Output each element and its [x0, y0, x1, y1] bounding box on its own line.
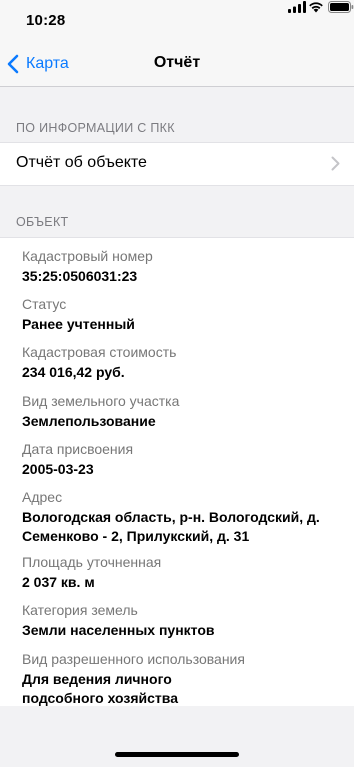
- field-label: Статус: [22, 296, 67, 312]
- field-address: Адрес Вологодская область, р-н. Вологодс…: [22, 489, 342, 546]
- field-label: Кадастровый номер: [22, 248, 153, 264]
- field-value-line: Семенково - 2, Прилукский, д. 31: [22, 528, 250, 544]
- field-value-line: Для ведения личного: [22, 671, 172, 687]
- field-label: Вид разрешенного использования: [22, 651, 245, 667]
- field-status: Статус Ранее учтенный: [22, 296, 342, 334]
- field-cadastral-value: Кадастровая стоимость 234 016,42 руб.: [22, 344, 342, 382]
- field-value: 234 016,42 руб.: [22, 364, 125, 380]
- field-label: Категория земель: [22, 602, 138, 618]
- navigation-bar: Карта Отчёт: [0, 42, 354, 87]
- field-land-category: Категория земель Земли населенных пункто…: [22, 602, 342, 640]
- field-assignment-date: Дата присвоения 2005-03-23: [22, 441, 342, 479]
- field-land-type: Вид земельного участка Землепользование: [22, 393, 342, 431]
- field-area: Площадь уточненная 2 037 кв. м: [22, 554, 342, 592]
- field-permitted-use: Вид разрешенного использования Для веден…: [22, 651, 342, 708]
- battery-icon: [328, 1, 354, 13]
- field-label: Площадь уточненная: [22, 554, 162, 570]
- report-row[interactable]: Отчёт об объекте: [0, 142, 354, 186]
- field-value: Ранее учтенный: [22, 316, 135, 332]
- status-time: 10:28: [26, 12, 66, 29]
- field-value-line: Вологодская область, р-н. Вологодский, д…: [22, 509, 320, 525]
- field-label: Адрес: [22, 489, 63, 505]
- wifi-icon: [309, 2, 323, 13]
- field-value-line: подсобного хозяйства: [22, 690, 178, 706]
- page-title: Отчёт: [153, 54, 201, 71]
- status-bar: 10:28: [0, 0, 354, 42]
- field-value: 2005-03-23: [22, 461, 94, 477]
- field-cadastral-number: Кадастровый номер 35:25:0506031:23: [22, 248, 342, 286]
- section-header-pkk: ПО ИНФОРМАЦИИ С ПКК: [16, 121, 175, 135]
- field-value: Землепользование: [22, 413, 156, 429]
- field-value: 35:25:0506031:23: [22, 268, 138, 284]
- object-details-card: Кадастровый номер 35:25:0506031:23 Стату…: [0, 237, 354, 706]
- signal-icon: [288, 1, 306, 13]
- field-value: Земли населенных пунктов: [22, 622, 215, 638]
- field-value: 2 037 кв. м: [22, 574, 95, 590]
- field-label: Кадастровая стоимость: [22, 344, 177, 360]
- section-header-object: ОБЪЕКТ: [16, 215, 69, 229]
- field-label: Дата присвоения: [22, 441, 134, 457]
- field-label: Вид земельного участка: [22, 393, 180, 409]
- home-indicator[interactable]: [115, 752, 239, 757]
- report-row-label: Отчёт об объекте: [16, 154, 147, 171]
- chevron-right-icon: [331, 156, 340, 171]
